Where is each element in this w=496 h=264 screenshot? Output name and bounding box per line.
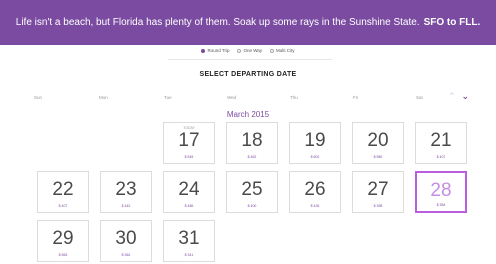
weekday-label: Sun [34,95,43,100]
calendar-day[interactable]: 31 $ 341 [163,220,215,262]
day-price: $ 384 [436,203,446,207]
banner-message: Life isn't a beach, but Florida has plen… [15,17,420,28]
day-price: $ 462 [247,155,257,159]
day-number: 21 [430,130,452,151]
day-price: $ 362 [121,253,131,257]
weekday-label: Fri [353,95,359,100]
chevron-up-icon[interactable]: ⌃ [448,92,456,101]
calendar-title: SELECT DEPARTING DATE [199,71,297,78]
trip-option-label: One Way [243,48,263,53]
day-number: 27 [367,179,389,200]
day-number: 24 [178,179,200,200]
calendar-day[interactable]: 18 $ 462 [226,122,278,164]
calendar-day[interactable]: 25 $ 400 [226,171,278,213]
calendar-day[interactable]: 24 $ 456 [163,171,215,213]
calendar-day[interactable]: 20 $ 580 [352,122,404,164]
chevron-down-icon[interactable]: ⌄ [462,92,470,101]
calendar-day[interactable]: 19 $ 602 [289,122,341,164]
calendar-day[interactable]: TODAY 17 $ 545 [163,122,215,164]
calendar-day[interactable]: 22 $ 407 [37,171,89,213]
day-number: 23 [115,179,137,200]
day-number: 19 [304,130,326,151]
calendar-day[interactable]: 21 $ 407 [415,122,467,164]
calendar-day[interactable]: 27 $ 398 [352,171,404,213]
weekday-header: Sun Mon Tue Wed Thu Fri Sat [0,95,496,103]
day-number: 18 [241,130,263,151]
trip-option-label: Round Trip [207,48,230,53]
calendar-day-selected[interactable]: 28 $ 384 [415,171,467,213]
day-number: 20 [367,130,389,151]
trip-option-one-way[interactable]: One Way [237,48,262,53]
day-price: $ 407 [58,204,68,208]
day-number: 29 [52,228,74,249]
day-price: $ 442 [121,204,131,208]
weekday-label: Mon [99,95,108,100]
day-number: 28 [430,180,452,201]
trip-option-round-trip[interactable]: Round Trip [201,48,229,53]
day-price: $ 407 [436,155,446,159]
month-navigation: ⌃ ⌄ [448,92,469,101]
trip-option-label: Multi City [276,48,295,53]
radio-button[interactable] [270,48,275,53]
day-price: $ 580 [373,155,383,159]
weekday-label: Tue [164,95,172,100]
calendar-day[interactable]: 26 $ 426 [289,171,341,213]
month-label: March 2015 [226,110,270,119]
weekday-label: Thu [290,95,298,100]
day-price: $ 456 [184,204,194,208]
radio-button[interactable] [237,48,242,53]
day-number: 25 [241,179,263,200]
radio-button[interactable] [201,48,206,53]
day-number: 30 [115,228,137,249]
day-price: $ 545 [184,155,194,159]
day-number: 17 [178,130,200,151]
weekday-label: Sat [416,95,423,100]
calendar-day[interactable]: 29 $ 563 [37,220,89,262]
day-number: 26 [304,179,326,200]
calendar-day[interactable]: 30 $ 362 [100,220,152,262]
banner-route: SFO to FLL. [423,17,481,28]
trip-type-options: Round Trip One Way Multi City [0,48,496,53]
day-price: $ 602 [310,155,320,159]
day-price: $ 426 [310,204,320,208]
day-price: $ 400 [247,204,257,208]
weekday-label: Wed [227,95,237,100]
day-price: $ 563 [58,253,68,257]
calendar-day[interactable]: 23 $ 442 [100,171,152,213]
trip-option-multi-city[interactable]: Multi City [270,48,295,53]
day-number: 31 [178,228,200,249]
promo-banner: Life isn't a beach, but Florida has plen… [0,0,496,45]
day-price: $ 341 [184,253,194,257]
divider [168,59,332,60]
day-price: $ 398 [373,204,383,208]
day-number: 22 [52,179,74,200]
